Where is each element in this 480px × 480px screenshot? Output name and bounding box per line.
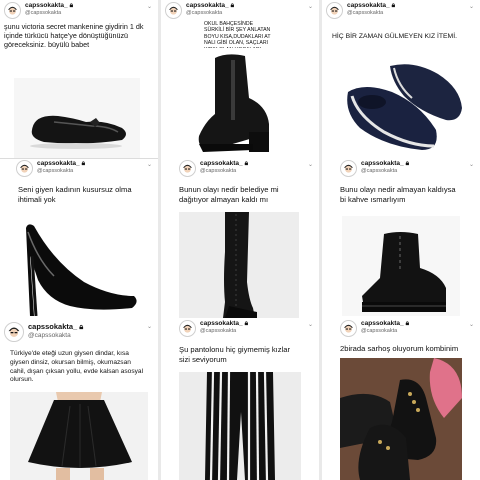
post-image (175, 48, 305, 158)
post-card: capssokakta_ 🔒︎ @capssokakta ⌄ şunu victo… (0, 0, 158, 158)
lock-icon: 🔒︎ (81, 160, 86, 167)
post-card: capssokakta_ 🔒︎ @capssokakta ⌄ HİÇ BİR ZA… (322, 0, 480, 158)
post-text: 2birada sarhoş oluyorum kombinim (340, 344, 459, 353)
avatar-icon (341, 321, 356, 336)
avatar[interactable] (165, 2, 182, 19)
post-image (14, 216, 144, 316)
boots-on-floor-image (340, 358, 462, 480)
lock-icon: 🔒︎ (405, 320, 410, 327)
post-text: Bunun olayı nedir belediye mi dağıtıyor … (179, 185, 279, 204)
post-username[interactable]: capssokakta_ 🔒︎ (361, 320, 409, 328)
striped-pants-image (179, 372, 301, 480)
avatar[interactable] (16, 160, 33, 177)
meme-collage: capssokakta_ 🔒︎ @capssokakta ⌄ şunu victo… (0, 0, 480, 480)
avatar[interactable] (179, 160, 196, 177)
chevron-down-icon[interactable]: ⌄ (147, 323, 152, 330)
chevron-down-icon[interactable]: ⌄ (308, 321, 313, 328)
post-handle: @capssokakta (28, 332, 71, 339)
post-handle: @capssokakta (37, 168, 74, 174)
combat-boot-image (342, 216, 460, 316)
avatar[interactable] (4, 322, 24, 342)
post-card: capssokakta_ 🔒︎ @capssokakta ⌄ Türkiye'de… (0, 318, 158, 480)
post-header: capssokakta_ 🔒︎ @capssokakta ⌄ (175, 318, 319, 338)
post-header: capssokakta_ 🔒︎ @capssokakta ⌄ (322, 0, 480, 20)
post-text: Türkiye'de eteği uzun giysen dindar, kıs… (10, 350, 144, 384)
post-handle: @capssokakta (200, 328, 237, 334)
post-text: şunu victoria secret mankenine giydirin … (4, 22, 144, 49)
chevron-down-icon[interactable]: ⌄ (147, 3, 152, 10)
chevron-down-icon[interactable]: ⌄ (147, 161, 152, 168)
post-text: Şu pantolonu hiç giymemiş kızlar sizi se… (179, 345, 291, 364)
post-header: capssokakta_ 🔒︎ @capssokakta ⌄ (161, 0, 319, 20)
post-header: capssokakta_ 🔒︎ @capssokakta ⌄ (175, 158, 319, 178)
post-image (179, 372, 301, 480)
post-handle: @capssokakta (186, 10, 223, 16)
avatar[interactable] (4, 2, 21, 19)
avatar-icon (166, 3, 181, 18)
post-image (334, 46, 474, 158)
post-handle: @capssokakta (347, 10, 384, 16)
chevron-down-icon[interactable]: ⌄ (469, 3, 474, 10)
post-image (14, 78, 140, 158)
avatar[interactable] (326, 2, 343, 19)
chevron-down-icon[interactable]: ⌄ (469, 321, 474, 328)
chevron-down-icon[interactable]: ⌄ (469, 161, 474, 168)
post-username[interactable]: capssokakta_ 🔒︎ (361, 160, 409, 168)
post-username[interactable]: capssokakta_ 🔒︎ (200, 160, 248, 168)
post-username[interactable]: capssokakta_ 🔒︎ (347, 2, 395, 10)
lock-icon: 🔒︎ (69, 2, 74, 9)
post-header: capssokakta_ 🔒︎ @capssokakta ⌄ (0, 320, 158, 344)
post-handle: @capssokakta (361, 328, 398, 334)
post-username[interactable]: capssokakta_ 🔒︎ (37, 160, 85, 168)
post-username[interactable]: capssokakta_ 🔒︎ (186, 2, 234, 10)
post-handle: @capssokakta (200, 168, 237, 174)
over-knee-boot-image (179, 212, 299, 318)
lock-icon: 🔒︎ (405, 160, 410, 167)
avatar-icon (327, 3, 342, 18)
post-image (179, 212, 299, 318)
post-card: capssokakta_ 🔒︎ @capssokakta ⌄ OKUL BAHÇE… (161, 0, 319, 158)
post-username[interactable]: capssokakta_ 🔒︎ (28, 322, 83, 332)
lock-icon: 🔒︎ (244, 320, 249, 327)
lock-icon: 🔒︎ (391, 2, 396, 9)
avatar-icon (5, 323, 23, 341)
lock-icon: 🔒︎ (79, 322, 84, 331)
post-header: capssokakta_ 🔒︎ @capssokakta ⌄ (336, 318, 480, 338)
post-image (340, 358, 462, 480)
chevron-down-icon[interactable]: ⌄ (308, 161, 313, 168)
post-text: Bunu olayı nedir almayan kaldıysa bi kah… (340, 185, 456, 204)
post-header: capssokakta_ 🔒︎ @capssokakta ⌄ (12, 158, 158, 178)
avatar[interactable] (340, 320, 357, 337)
avatar-icon (5, 3, 20, 18)
chevron-down-icon[interactable]: ⌄ (308, 3, 313, 10)
avatar-icon (341, 161, 356, 176)
post-card: capssokakta_ 🔒︎ @capssokakta ⌄ Şu pantolo… (161, 318, 319, 480)
lock-icon: 🔒︎ (244, 160, 249, 167)
post-header: capssokakta_ 🔒︎ @capssokakta ⌄ (336, 158, 480, 178)
post-username[interactable]: capssokakta_ 🔒︎ (25, 2, 73, 10)
post-header: capssokakta_ 🔒︎ @capssokakta ⌄ (0, 0, 158, 20)
post-text: Seni giyen kadının kusursuz olma ihtimal… (18, 185, 132, 204)
post-card: capssokakta_ 🔒︎ @capssokakta ⌄ Bunu olayı… (322, 158, 480, 318)
post-image (10, 392, 148, 480)
post-card: capssokakta_ 🔒︎ @capssokakta ⌄ Bunun olay… (161, 158, 319, 318)
skirt-image (10, 392, 148, 480)
avatar-icon (180, 161, 195, 176)
post-text: HİÇ BİR ZAMAN GÜLMEYEN KIZ İTEMİ. (332, 33, 457, 40)
ballet-flat-image (14, 78, 140, 158)
post-card: capssokakta_ 🔒︎ @capssokakta ⌄ Seni giyen… (0, 158, 158, 318)
ankle-boot-image (175, 48, 305, 158)
avatar[interactable] (179, 320, 196, 337)
lock-icon: 🔒︎ (230, 2, 235, 9)
avatar-icon (180, 321, 195, 336)
post-username[interactable]: capssokakta_ 🔒︎ (200, 320, 248, 328)
navy-slip-on-image (334, 46, 474, 158)
post-card: capssokakta_ 🔒︎ @capssokakta ⌄ 2birada sa… (322, 318, 480, 480)
post-image (342, 216, 460, 316)
avatar-icon (17, 161, 32, 176)
post-handle: @capssokakta (25, 10, 62, 16)
stiletto-image (14, 216, 144, 316)
post-handle: @capssokakta (361, 168, 398, 174)
avatar[interactable] (340, 160, 357, 177)
